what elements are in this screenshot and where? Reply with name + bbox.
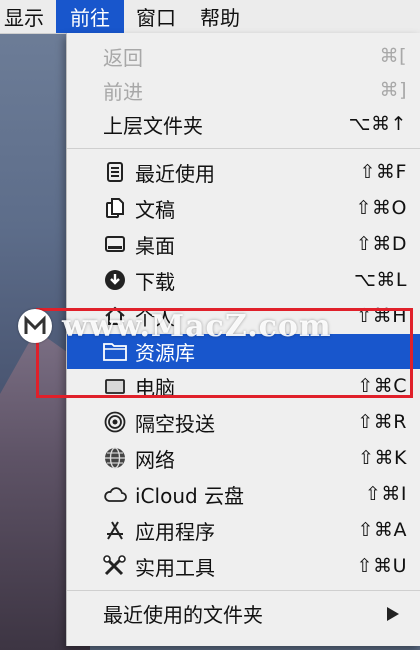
- menu-separator: [67, 148, 420, 149]
- menu-item-label: iCloud 云盘: [135, 483, 245, 508]
- menu-item-label: 文稿: [135, 197, 175, 222]
- shortcut: ⇧⌘K: [358, 447, 407, 469]
- menu-item-label: 桌面: [135, 233, 175, 258]
- shortcut: ⌥⌘L: [354, 269, 407, 291]
- menu-item-network[interactable]: 网络 ⇧⌘K: [67, 441, 420, 475]
- menu-item-label: 隔空投送: [135, 411, 215, 436]
- shortcut: ⌘]: [379, 79, 407, 101]
- airdrop-icon: [103, 410, 127, 434]
- menu-separator: [67, 590, 420, 591]
- menubar-window[interactable]: 窗口: [124, 0, 188, 33]
- shortcut: ⇧⌘F: [359, 161, 407, 183]
- menu-item-label: 上层文件夹: [103, 113, 203, 138]
- menu-item-parent-folder[interactable]: 上层文件夹 ⌥⌘↑: [67, 107, 420, 141]
- shortcut: ⇧⌘O: [355, 197, 407, 219]
- menu-item-recents[interactable]: 最近使用 ⇧⌘F: [67, 155, 420, 189]
- shortcut: ⇧⌘I: [364, 483, 407, 505]
- menu-item-label: 网络: [135, 447, 175, 472]
- menu-item-label: 实用工具: [135, 555, 215, 580]
- menu-item-documents[interactable]: 文稿 ⇧⌘O: [67, 191, 420, 225]
- shortcut: ⌘[: [379, 45, 407, 67]
- menu-item-utilities[interactable]: 实用工具 ⇧⌘U: [67, 549, 420, 583]
- menu-bar: 显示 前往 窗口 帮助: [0, 0, 420, 34]
- network-icon: [103, 446, 127, 470]
- menubar-view[interactable]: 显示: [0, 0, 56, 33]
- menu-item-downloads[interactable]: 下载 ⌥⌘L: [67, 263, 420, 297]
- applications-icon: [103, 518, 127, 542]
- menu-item-label: 前进: [103, 79, 143, 104]
- desktop-icon: [103, 232, 127, 256]
- download-icon: [103, 268, 127, 292]
- menu-item-forward[interactable]: 前进 ⌘]: [67, 73, 420, 107]
- menu-item-label: 下载: [135, 269, 175, 294]
- menu-item-label: 最近使用: [135, 161, 215, 186]
- menubar-help[interactable]: 帮助: [188, 0, 252, 33]
- shortcut: ⇧⌘U: [356, 555, 407, 577]
- menu-item-recent-folders[interactable]: 最近使用的文件夹: [67, 596, 420, 630]
- shortcut: ⇧⌘A: [357, 519, 407, 541]
- utilities-icon: [103, 554, 127, 578]
- shortcut: ⇧⌘R: [357, 411, 407, 433]
- menu-item-desktop[interactable]: 桌面 ⇧⌘D: [67, 227, 420, 261]
- submenu-arrow-icon: [387, 607, 399, 621]
- menu-item-applications[interactable]: 应用程序 ⇧⌘A: [67, 513, 420, 547]
- menu-item-icloud-drive[interactable]: iCloud 云盘 ⇧⌘I: [67, 477, 420, 511]
- menu-item-label: 最近使用的文件夹: [103, 602, 263, 627]
- cloud-icon: [103, 482, 127, 506]
- documents-icon: [103, 196, 127, 220]
- menu-item-airdrop[interactable]: 隔空投送 ⇧⌘R: [67, 405, 420, 439]
- highlight-annotation-box: [36, 308, 413, 398]
- menu-item-label: 应用程序: [135, 519, 215, 544]
- shortcut: ⌥⌘↑: [348, 113, 407, 135]
- menubar-go[interactable]: 前往: [56, 0, 124, 33]
- menu-item-label: 返回: [103, 45, 143, 70]
- menu-item-back[interactable]: 返回 ⌘[: [67, 39, 420, 73]
- shortcut: ⇧⌘D: [355, 233, 407, 255]
- recents-icon: [103, 160, 127, 184]
